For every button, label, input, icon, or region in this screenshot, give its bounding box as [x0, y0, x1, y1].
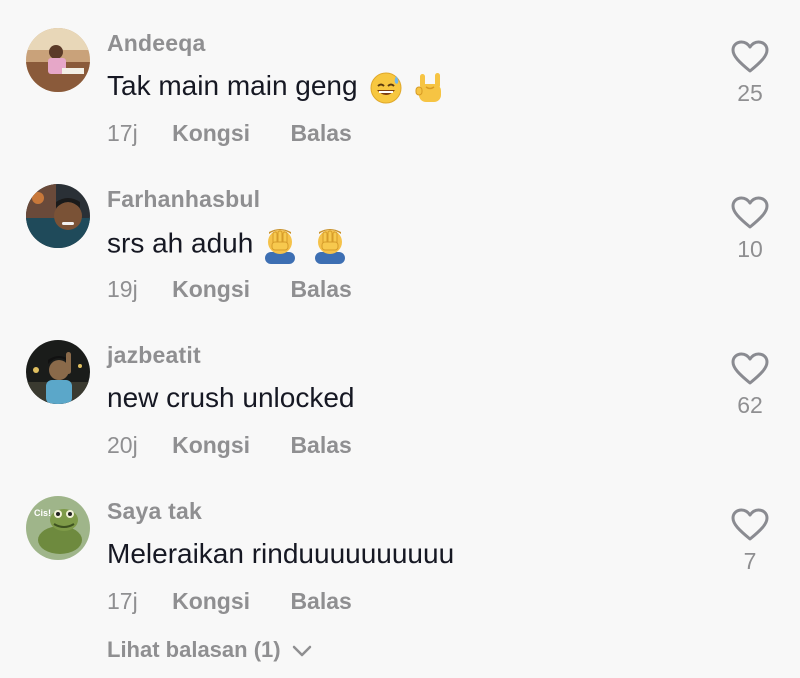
like-button[interactable]: 25 [720, 40, 780, 107]
like-button[interactable]: 62 [720, 352, 780, 419]
reply-button[interactable]: Balas [290, 276, 351, 303]
comment-username[interactable]: jazbeatit [107, 342, 201, 369]
heart-outline-icon [731, 40, 769, 73]
share-button[interactable]: Kongsi [172, 276, 250, 303]
comment-timestamp: 17j [107, 120, 138, 146]
comment-username[interactable]: Saya tak [107, 498, 202, 525]
share-button[interactable]: Kongsi [172, 432, 250, 459]
comment-timestamp: 17j [107, 588, 138, 614]
avatar-image [26, 28, 90, 92]
like-count: 10 [737, 236, 763, 262]
comment-timestamp: 19j [107, 276, 138, 302]
comment-emojis [261, 226, 353, 264]
comment-meta: 20j Kongsi Balas [107, 432, 386, 459]
chevron-down-icon [292, 645, 311, 657]
like-button[interactable]: 7 [720, 508, 780, 575]
share-button[interactable]: Kongsi [172, 588, 250, 615]
heart-outline-icon [731, 352, 769, 385]
comment-timestamp: 20j [107, 432, 138, 458]
comment-list: Andeeqa Tak main main geng 17j Kongsi Ba… [0, 0, 800, 678]
comment-item: Andeeqa Tak main main geng 17j Kongsi Ba… [0, 0, 800, 156]
view-replies-button[interactable]: Lihat balasan (1) [107, 637, 313, 663]
comment-item: Cis! Saya tak Meleraikan rinduuuuuuuuuu … [0, 468, 800, 624]
avatar-image: Cis! [26, 496, 90, 560]
comment-item: Farhanhasbul srs ah aduh 19j Kongsi Bala… [0, 156, 800, 312]
avatar-caption: Cis! [34, 508, 51, 518]
avatar[interactable]: Cis! [26, 496, 90, 560]
comment-meta: 17j Kongsi Balas [107, 588, 386, 615]
like-count: 62 [737, 392, 763, 418]
comment-text-content: srs ah aduh [107, 227, 254, 259]
comment-item: jazbeatit new crush unlocked 20j Kongsi … [0, 312, 800, 468]
comment-text-content: Meleraikan rinduuuuuuuuuu [107, 538, 455, 569]
comment-text: new crush unlocked [107, 382, 354, 414]
reply-button[interactable]: Balas [290, 432, 351, 459]
comment-text: Meleraikan rinduuuuuuuuuu [107, 538, 454, 570]
comment-username[interactable]: Farhanhasbul [107, 186, 260, 213]
share-button[interactable]: Kongsi [172, 120, 250, 147]
avatar-image [26, 340, 90, 404]
sweat-smile-emoji [370, 72, 402, 104]
facepalm-emoji [314, 229, 345, 264]
like-button[interactable]: 10 [720, 196, 780, 263]
avatar[interactable] [26, 28, 90, 92]
heart-outline-icon [731, 508, 769, 541]
heart-outline-icon [731, 196, 769, 229]
like-count: 25 [737, 80, 763, 106]
comment-username[interactable]: Andeeqa [107, 30, 206, 57]
avatar[interactable] [26, 184, 90, 248]
comment-text-content: Tak main main geng [107, 70, 358, 101]
comment-meta: 19j Kongsi Balas [107, 276, 386, 303]
comment-text-content: new crush unlocked [107, 382, 355, 413]
reply-button[interactable]: Balas [290, 588, 351, 615]
view-replies-label: Lihat balasan (1) [107, 637, 281, 662]
comment-meta: 17j Kongsi Balas [107, 120, 386, 147]
avatar-image [26, 184, 90, 248]
comment-text: Tak main main geng [107, 70, 449, 105]
comment-emojis [369, 70, 449, 105]
like-count: 7 [743, 548, 757, 574]
reply-button[interactable]: Balas [290, 120, 351, 147]
rock-on-hand-emoji [415, 72, 442, 102]
comment-text: srs ah aduh [107, 226, 353, 264]
avatar[interactable] [26, 340, 90, 404]
facepalm-emoji [265, 229, 296, 264]
